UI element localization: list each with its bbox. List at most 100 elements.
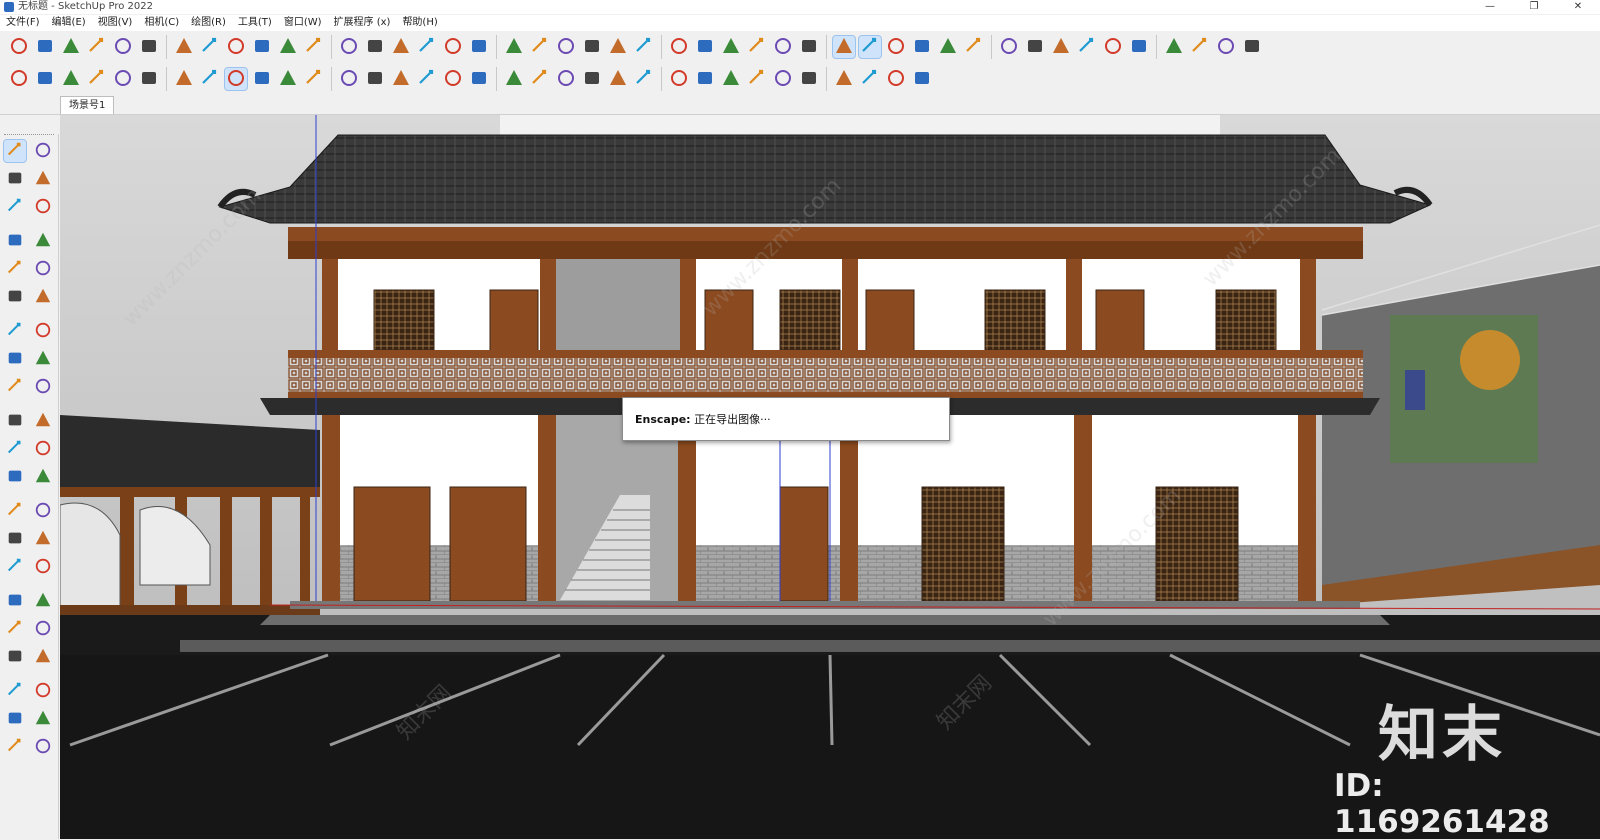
edge-button[interactable] [833,68,855,90]
enscape-sync-button[interactable] [338,36,360,58]
paint-tool[interactable] [4,168,26,190]
top-button[interactable] [390,68,412,90]
plugin-button[interactable] [720,36,742,58]
arc3-tool[interactable] [32,348,54,370]
paint-bucket-button[interactable] [277,68,299,90]
tape-button[interactable] [1163,36,1185,58]
look-around-button[interactable] [173,68,195,90]
select-tool[interactable] [3,139,27,163]
add-button[interactable] [390,36,412,58]
mail-button[interactable] [555,36,577,58]
close-button[interactable]: ✕ [1556,0,1600,14]
model-viewport[interactable]: www.znzmo.com www.znzmo.com www.znzmo.co… [60,115,1600,839]
menu-view[interactable]: 视图(V) [92,15,139,31]
footprint-tool[interactable] [4,680,26,702]
undo-button[interactable] [199,36,221,58]
resize-button[interactable] [885,36,907,58]
download-button[interactable] [963,36,985,58]
menu-help[interactable]: 帮助(H) [396,15,443,31]
3dtext-tool[interactable] [32,528,54,550]
upload-button[interactable] [503,36,525,58]
eraser-button[interactable] [303,68,325,90]
cube-button[interactable] [1024,36,1046,58]
house4-button[interactable] [694,68,716,90]
cog-button[interactable] [998,36,1020,58]
orbit-tool[interactable] [32,140,54,162]
section-button[interactable] [338,68,360,90]
eraser-tool[interactable] [32,168,54,190]
follow-me-tool[interactable] [32,410,54,432]
right-button[interactable] [442,68,464,90]
layers-button[interactable] [1215,36,1237,58]
stamp-tool[interactable] [4,736,26,758]
menu-camera[interactable]: 相机(C) [138,15,185,31]
zoom-extents-tool[interactable] [4,618,26,640]
settings-button[interactable] [529,36,551,58]
push-pull-tool[interactable] [32,376,54,398]
footprint-button[interactable] [199,68,221,90]
pan-button[interactable] [34,68,56,90]
drape-tool[interactable] [32,736,54,758]
xray-button[interactable] [529,68,551,90]
orbit2-tool[interactable] [4,556,26,578]
arc2-tool[interactable] [32,320,54,342]
component-tool[interactable] [4,196,26,218]
smoove-tool[interactable] [32,708,54,730]
scale-tool[interactable] [4,438,26,460]
menu-extensions[interactable]: 扩展程序 (x) [328,15,397,31]
sun-button[interactable] [442,36,464,58]
minimize-button[interactable]: — [1468,0,1512,14]
cloud-share-button[interactable] [798,36,820,58]
look-around-tool[interactable] [32,646,54,668]
rotated-rect-tool[interactable] [32,258,54,280]
solid-button[interactable] [694,36,716,58]
menu-file[interactable]: 文件(F) [0,15,46,31]
tape-tool[interactable] [4,466,26,488]
protractor-tool[interactable] [4,500,26,522]
cloud-edit-button[interactable] [858,35,882,59]
checker-button[interactable] [468,36,490,58]
axes-button[interactable] [503,68,525,90]
circle-tool[interactable] [4,286,26,308]
rotate-tool[interactable] [4,410,26,432]
move-tool[interactable] [4,376,26,398]
menu-tools[interactable]: 工具(T) [232,15,278,31]
enscape-video-button[interactable] [364,36,386,58]
wireframe-button[interactable] [555,68,577,90]
enscape-start-button[interactable] [303,36,325,58]
open-button[interactable] [34,36,56,58]
house3-button[interactable] [668,68,690,90]
maximize-button[interactable]: ❐ [1512,0,1556,14]
save-button[interactable] [60,36,82,58]
house-button[interactable] [607,68,629,90]
offset-tool[interactable] [32,438,54,460]
copy-button[interactable] [112,36,134,58]
scene-tab[interactable]: 场景号1 [60,96,115,114]
rectangle-tool[interactable] [4,258,26,280]
pan-tool[interactable] [32,556,54,578]
zoom-extents-button[interactable] [112,68,134,90]
zoom-window-tool[interactable] [32,590,54,612]
check-button[interactable] [937,36,959,58]
menu-draw[interactable]: 绘图(R) [185,15,232,31]
dimension-button[interactable] [1102,36,1124,58]
zoom-button[interactable] [60,68,82,90]
line-tool[interactable] [4,230,26,252]
style3-button[interactable] [911,68,933,90]
book-button[interactable] [1189,36,1211,58]
select-button[interactable] [224,67,248,91]
new-button[interactable] [8,36,30,58]
polygon-tool[interactable] [32,286,54,308]
position-camera-tool[interactable] [32,680,54,702]
layer-button[interactable] [633,36,655,58]
model-info-button[interactable] [277,36,299,58]
previous-view-tool[interactable] [32,618,54,640]
tree-button[interactable] [416,36,438,58]
back-button[interactable] [468,68,490,90]
zoom-tool[interactable] [4,590,26,612]
textured-button[interactable] [746,68,768,90]
user-button[interactable] [607,36,629,58]
freehand-tool[interactable] [32,230,54,252]
box-button[interactable] [746,36,768,58]
sandbox-button[interactable] [1241,36,1263,58]
